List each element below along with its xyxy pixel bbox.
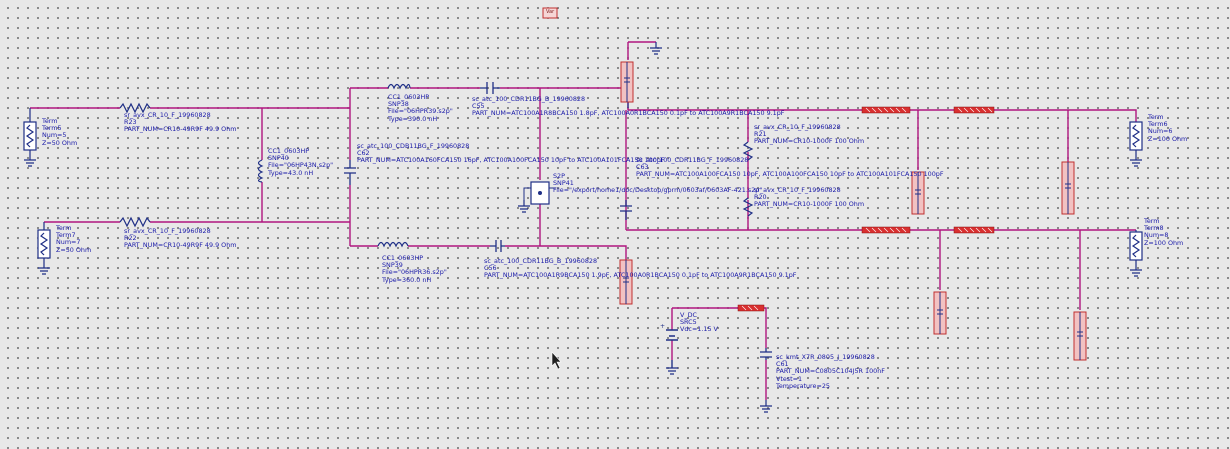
c61-temperature: Temperature=25 [776, 381, 830, 390]
c55-model: sc_atc_100_CDR11BG_B_19960828 [472, 95, 586, 103]
vdc-label: V_DC SRC5 Vdc=1.15 V [680, 311, 718, 334]
s2p-block [523, 181, 556, 205]
dc-source: + [660, 323, 678, 341]
c56-model: sc_atc_100_CDR11BG_B_19960828 [484, 257, 598, 265]
snp38-type: Type=390.0 nH [388, 114, 438, 123]
r22-part: PART_NUM=CR10-49R9F 49.9 Ohm [124, 241, 237, 250]
term5-label: Term Term5 Num=5 Z=50 Ohm [42, 117, 78, 147]
term6-z: Z=100 Ohm [1148, 134, 1188, 143]
r22-model: sr_avx_CR_10_F_19960828 [124, 227, 211, 235]
term8-label: Term Term8 Num=8 Z=100 Ohm [1144, 217, 1184, 247]
snp38-label: CC1_0603HP SNP38 File="06HPR39.s2p" Type… [388, 93, 453, 123]
svg-text:+: + [660, 323, 665, 330]
s2p-model: S2P [553, 172, 565, 180]
c62-model: sc_atc_100_CDB11BG_F_19960828 [357, 142, 470, 150]
var-box-label: Var [546, 9, 555, 15]
c61-model: sc_kmt_X7R_0805_J_19960828 [776, 353, 875, 361]
snp39-label: CC1_0603HP SNP39 File="06HPR36.s2p" Type… [382, 254, 447, 284]
s2p-file: File="/export/home1/doc/Desktop/gprm/060… [553, 186, 763, 195]
c56-label: sc_atc_100_CDR11BG_B_19960828 C56 PART_N… [484, 257, 797, 280]
c56-part: PART_NUM=ATC100A1R9BCA150 1.9pF, ATC100A… [484, 271, 797, 280]
c61-label: sc_kmt_X7R_0805_J_19960828 C61 PART_NUM=… [776, 353, 885, 390]
c55-label: sc_atc_100_CDR11BG_B_19960828 C55 PART_N… [472, 95, 785, 118]
term8-z: Z=100 Ohm [1144, 238, 1184, 247]
snp40-label: CC1_0603HP SNP40 File="06HP43N.s2p" Type… [268, 147, 333, 177]
snp40-type: Type=43.0 nH [268, 168, 314, 177]
term6-label: Term Term6 Num=6 Z=100 Ohm [1148, 113, 1188, 143]
schematic-drawing: + [23, 7, 1143, 413]
vdc-value: Vdc=1.15 V [680, 325, 718, 334]
mouse-cursor [551, 351, 562, 370]
c55-part: PART_NUM=ATC100A1R8BCA150 1.8pF, ATC100A… [472, 109, 785, 118]
r23-part: PART_NUM=CR10-49R9F 49.9 Ohm [124, 125, 237, 134]
r23-model: sr_avx_CR_10_F_19960828 [124, 111, 211, 119]
r20-model: sr_avx_CR_10_F_19960828 [754, 186, 841, 194]
term5-z: Z=50 Ohm [42, 138, 78, 147]
r20-label: sr_avx_CR_10_F_19960828 R20 PART_NUM=CR1… [754, 186, 865, 209]
c63-model: sc_atc_100_CDR11BG_F_19960828 [636, 156, 749, 164]
c62-part: PART_NUM=ATC100A160FCA150 16pF, ATC100A1… [357, 156, 665, 165]
c62-label: sc_atc_100_CDB11BG_F_19960828 C62 PART_N… [357, 142, 665, 165]
schematic-canvas[interactable]: + Var Term Term5 Num=5 Z=50 Ohm Term Ter… [0, 0, 1230, 449]
r21-part: PART_NUM=CR10-1000F 100 Ohm [754, 137, 865, 146]
snp39-type: Type=360.0 nH [382, 275, 432, 284]
term7-z: Z=50 Ohm [56, 245, 92, 254]
r20-part: PART_NUM=CR10-1000F 100 Ohm [754, 200, 865, 209]
r21-model: sr_avx_CR_10_F_19960828 [754, 123, 841, 131]
s2p-label: S2P SNP41 File="/export/home1/doc/Deskto… [553, 172, 763, 195]
r21-label: sr_avx_CR_10_F_19960828 R21 PART_NUM=CR1… [754, 123, 865, 146]
r23-label: sr_avx_CR_10_F_19960828 R23 PART_NUM=CR1… [124, 111, 237, 134]
term7-label: Term Term7 Num=7 Z=50 Ohm [56, 224, 92, 254]
r22-label: sr_avx_CR_10_F_19960828 R22 PART_NUM=CR1… [124, 227, 237, 250]
